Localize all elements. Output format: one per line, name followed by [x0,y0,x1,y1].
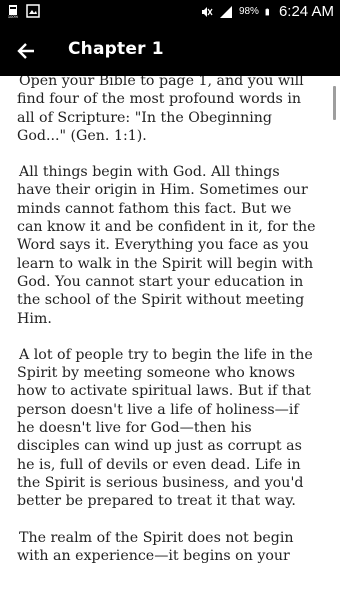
page-title: Chapter 1 [68,39,164,59]
status-right: 98% 6:24 AM [199,3,334,20]
app-bar: Chapter 1 [0,26,340,76]
arrow-back-icon[interactable] [14,40,38,62]
mute-icon [201,6,213,17]
scrollbar[interactable] [333,86,336,120]
battery-icon [265,8,269,15]
paragraph: Open your Bible to page 1, and you will … [17,76,304,144]
battery-percent: 98% [238,6,259,17]
clock: 6:24 AM [278,3,334,20]
status-bar: 100% 98% 6:24 AM [0,0,340,26]
paragraph: All things begin with God. All things ha… [17,164,316,327]
paragraph: The realm of the Spirit does not begin w… [17,529,294,564]
storage-icon: 100% [8,5,19,18]
status-left: 100% [6,4,40,18]
paragraph: A lot of people try to begin the life in… [17,346,313,510]
chapter-content[interactable]: Open your Bible to page 1, and you will … [0,76,340,606]
signal-icon [219,5,232,18]
image-icon [26,4,40,18]
svg-text:100%: 100% [8,14,19,18]
